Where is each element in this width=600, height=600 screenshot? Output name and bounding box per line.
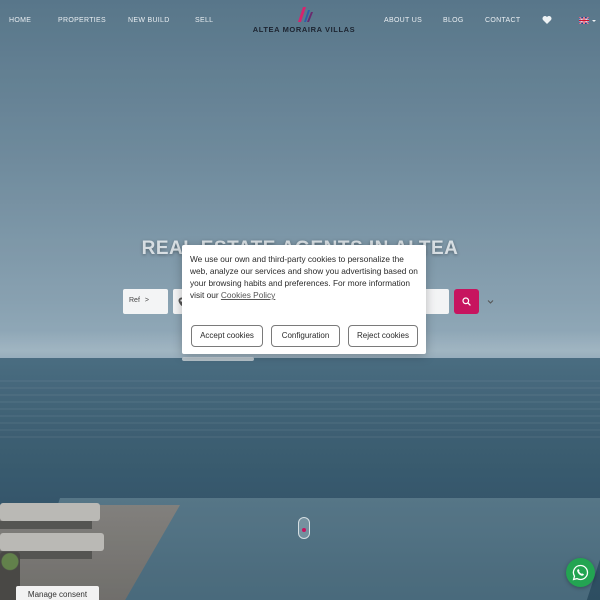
uk-flag-icon[interactable] bbox=[579, 17, 589, 24]
cookie-configuration-button[interactable]: Configuration bbox=[271, 325, 340, 347]
manage-consent-tab[interactable]: Manage consent bbox=[16, 586, 99, 600]
ref-search-field[interactable]: Ref > bbox=[123, 289, 168, 314]
accept-cookies-button[interactable]: Accept cookies bbox=[191, 325, 263, 347]
nav-home[interactable]: HOME bbox=[9, 17, 31, 24]
search-icon bbox=[462, 297, 471, 306]
scroll-dot bbox=[302, 528, 306, 532]
nav-blog[interactable]: BLOG bbox=[443, 17, 464, 24]
scroll-down-indicator[interactable] bbox=[298, 517, 310, 539]
logo-mark-icon bbox=[298, 7, 313, 22]
ref-label: Ref bbox=[129, 297, 140, 304]
nav-new-build[interactable]: NEW BUILD bbox=[128, 17, 170, 24]
nav-contact[interactable]: CONTACT bbox=[485, 17, 520, 24]
ref-arrow: > bbox=[144, 297, 149, 304]
heart-icon[interactable] bbox=[542, 15, 552, 25]
cookie-message: We use our own and third-party cookies t… bbox=[190, 253, 420, 301]
logo-text: ALTEA MORAIRA VILLAS bbox=[252, 25, 356, 34]
cookie-consent-dialog: We use our own and third-party cookies t… bbox=[182, 245, 426, 354]
chevron-down-icon[interactable] bbox=[591, 18, 597, 24]
reject-cookies-button[interactable]: Reject cookies bbox=[348, 325, 418, 347]
site-logo[interactable]: ALTEA MORAIRA VILLAS bbox=[252, 6, 356, 34]
site-header: HOME PROPERTIES NEW BUILD SELL ALTEA MOR… bbox=[0, 0, 600, 44]
chevron-down-icon bbox=[487, 300, 494, 304]
nav-sell[interactable]: SELL bbox=[195, 17, 213, 24]
cookies-policy-link[interactable]: Cookies Policy bbox=[221, 290, 275, 300]
whatsapp-button[interactable] bbox=[566, 558, 595, 587]
search-button[interactable] bbox=[454, 289, 479, 314]
nav-properties[interactable]: PROPERTIES bbox=[58, 17, 106, 24]
nav-about-us[interactable]: ABOUT US bbox=[384, 17, 422, 24]
whatsapp-icon bbox=[572, 564, 589, 581]
